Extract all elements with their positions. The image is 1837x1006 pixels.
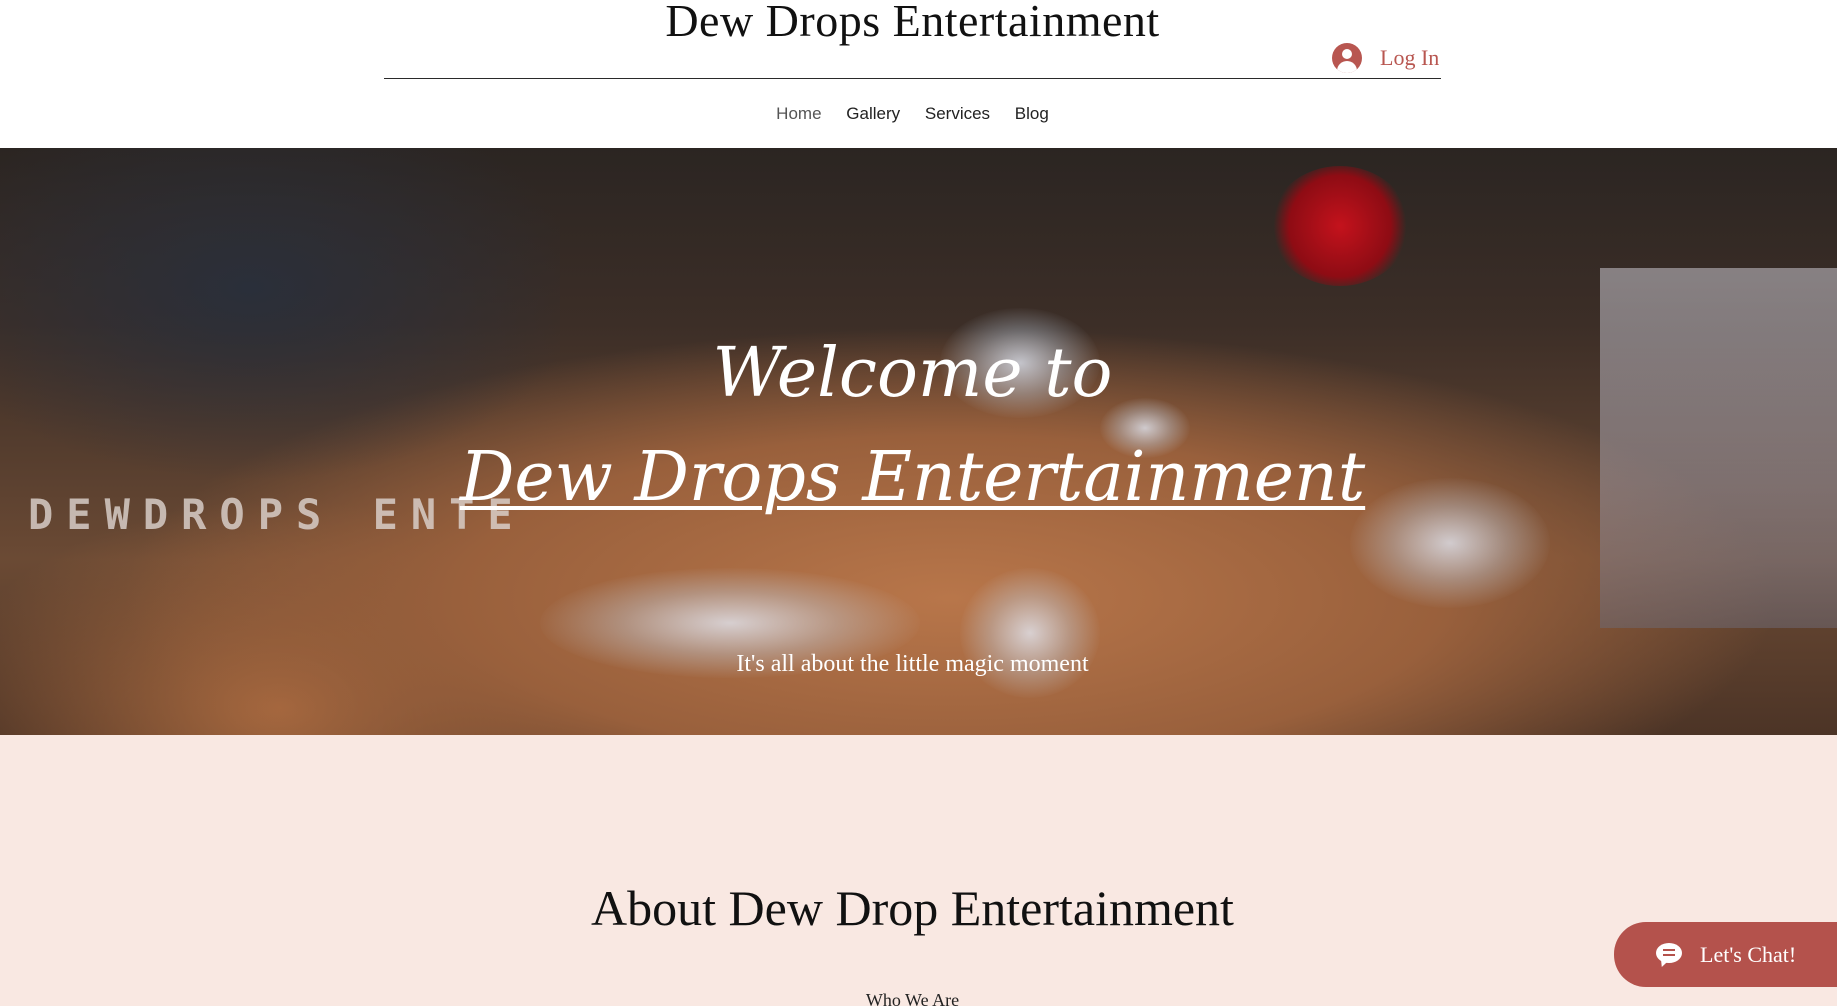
login-button[interactable]: Log In bbox=[1332, 41, 1439, 75]
lets-chat-button[interactable]: Let's Chat! bbox=[1614, 922, 1837, 987]
nav-item-home[interactable]: Home bbox=[776, 104, 821, 124]
chat-bubble-icon bbox=[1656, 942, 1684, 969]
page: Dew Drops Entertainment Log In Home Gall… bbox=[0, 0, 1837, 1006]
main-nav: Home Gallery Services Blog bbox=[0, 104, 1825, 124]
user-avatar-icon bbox=[1332, 43, 1362, 73]
hero-flower-decoration bbox=[1270, 166, 1410, 286]
site-title[interactable]: Dew Drops Entertainment bbox=[0, 0, 1825, 47]
hero-banner: DEWDROPS ENTE Welcome to Dew Drops Enter… bbox=[0, 148, 1837, 735]
hero-welcome-heading: Welcome to bbox=[712, 334, 1113, 413]
site-header: Dew Drops Entertainment Log In Home Gall… bbox=[0, 0, 1837, 148]
about-heading: About Dew Drop Entertainment bbox=[591, 880, 1234, 936]
header-divider bbox=[384, 78, 1441, 79]
about-subheading: Who We Are bbox=[865, 990, 960, 1006]
about-section: About Dew Drop Entertainment Who We Are bbox=[0, 735, 1837, 1006]
nav-item-gallery[interactable]: Gallery bbox=[846, 104, 900, 124]
nav-item-blog[interactable]: Blog bbox=[1015, 104, 1049, 124]
hero-tagline: It's all about the little magic moment bbox=[736, 651, 1089, 677]
chat-label: Let's Chat! bbox=[1700, 941, 1797, 967]
login-label: Log In bbox=[1380, 45, 1440, 70]
hero-brand-link[interactable]: Dew Drops Entertainment bbox=[0, 438, 1825, 517]
nav-item-services[interactable]: Services bbox=[925, 104, 990, 124]
